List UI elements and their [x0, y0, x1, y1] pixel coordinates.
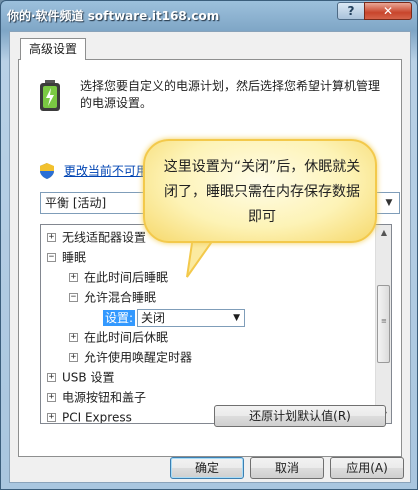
tree-item-hibernate-after[interactable]: + 在此时间后休眠	[69, 327, 168, 347]
hybrid-sleep-value: 关闭	[141, 310, 166, 325]
chevron-down-icon: ▼	[385, 198, 393, 208]
intro-text: 选择您要自定义的电源计划，然后选择您希望计算机管理的电源设置。	[80, 79, 381, 110]
tree-item-hybrid-sleep-setting[interactable]: 设置: 关闭 ▼	[103, 307, 246, 327]
expand-icon[interactable]: +	[69, 273, 78, 282]
setting-label: 设置:	[103, 309, 136, 326]
watermark-text: 你的·软件频道 software.it168.com	[7, 9, 220, 23]
cancel-button[interactable]: 取消	[250, 457, 324, 479]
expand-icon[interactable]: +	[47, 233, 56, 242]
collapse-icon[interactable]: −	[47, 253, 56, 262]
battery-icon	[40, 80, 60, 111]
expand-icon[interactable]: +	[47, 373, 56, 382]
tree-item-wireless-adapter[interactable]: + 无线适配器设置	[47, 227, 146, 247]
tree-scrollbar[interactable]: ▲ ≡ ▼	[375, 225, 391, 423]
tree-item-power-buttons-lid[interactable]: + 电源按钮和盖子	[47, 387, 146, 407]
shield-icon	[40, 162, 54, 179]
close-button[interactable]: ✕	[364, 2, 412, 20]
hybrid-sleep-select[interactable]: 关闭 ▼	[137, 308, 246, 327]
tab-advanced-settings[interactable]: 高级设置	[20, 38, 87, 60]
tree-item-usb-settings[interactable]: + USB 设置	[47, 367, 114, 387]
ok-button[interactable]: 确定	[170, 457, 244, 479]
collapse-icon[interactable]: −	[69, 293, 78, 302]
apply-button[interactable]: 应用(A)	[330, 457, 404, 479]
tree-item-sleep[interactable]: − 睡眠	[47, 247, 86, 267]
scroll-thumb[interactable]: ≡	[377, 285, 390, 363]
tree-item-pci-express[interactable]: + PCI Express	[47, 407, 132, 423]
callout-text: 这里设置为“关闭”后，休眠就关闭了，睡眠只需在内存保存数据即可	[163, 159, 361, 225]
expand-icon[interactable]: +	[47, 393, 56, 402]
expand-icon[interactable]: +	[69, 333, 78, 342]
title-bar: 你的·软件频道 software.it168.com ? ✕	[1, 1, 417, 31]
expand-icon[interactable]: +	[47, 413, 56, 422]
scroll-up-icon[interactable]: ▲	[376, 225, 391, 241]
annotation-callout: 这里设置为“关闭”后，休眠就关闭了，睡眠只需在内存保存数据即可	[143, 139, 377, 243]
grip-icon: ≡	[381, 317, 387, 325]
expand-icon[interactable]: +	[69, 353, 78, 362]
power-plan-value: 平衡 [活动]	[45, 196, 107, 210]
restore-defaults-button[interactable]: 还原计划默认值(R)	[214, 405, 386, 427]
help-button[interactable]: ?	[337, 2, 365, 20]
tree-item-wake-timers[interactable]: + 允许使用唤醒定时器	[69, 347, 192, 367]
tree-item-sleep-after[interactable]: + 在此时间后睡眠	[69, 267, 168, 287]
tree-item-hybrid-sleep[interactable]: − 允许混合睡眠	[69, 287, 156, 307]
power-options-window: 你的·软件频道 software.it168.com ? ✕ 高级设置 选择您要…	[0, 0, 418, 490]
chevron-down-icon: ▼	[233, 312, 241, 323]
